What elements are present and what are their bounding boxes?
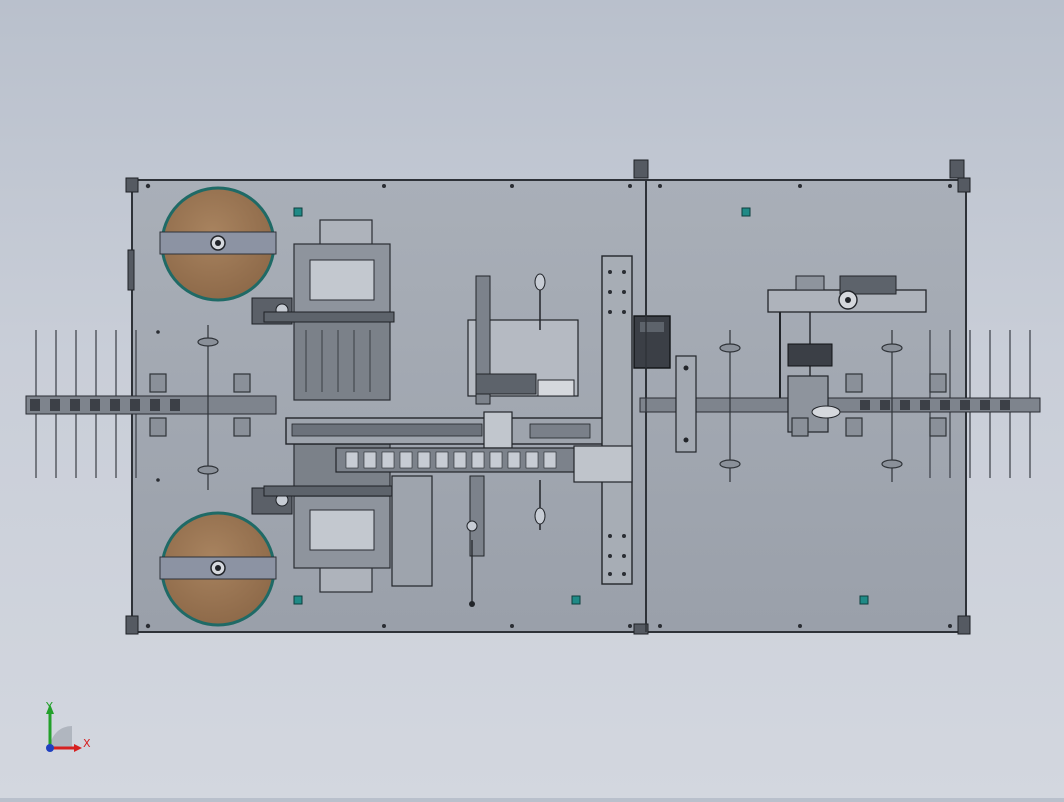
mid-bracket — [675, 355, 697, 453]
triad-z-axis — [46, 744, 54, 752]
indexing-track[interactable] — [335, 447, 577, 473]
tape-reel-top[interactable] — [159, 186, 277, 302]
linear-transfer-rail[interactable] — [285, 411, 605, 449]
tape-reel-bottom[interactable] — [159, 511, 277, 627]
triad-x-label: X — [83, 737, 91, 750]
cad-viewport[interactable]: X Y — [0, 0, 1064, 798]
coordinate-triad: X Y — [45, 700, 91, 752]
triad-y-label: Y — [45, 700, 53, 713]
servo-motor[interactable] — [633, 315, 671, 369]
outfeed-conveyor-right[interactable] — [639, 397, 1041, 413]
infeed-conveyor-left[interactable] — [25, 395, 277, 415]
